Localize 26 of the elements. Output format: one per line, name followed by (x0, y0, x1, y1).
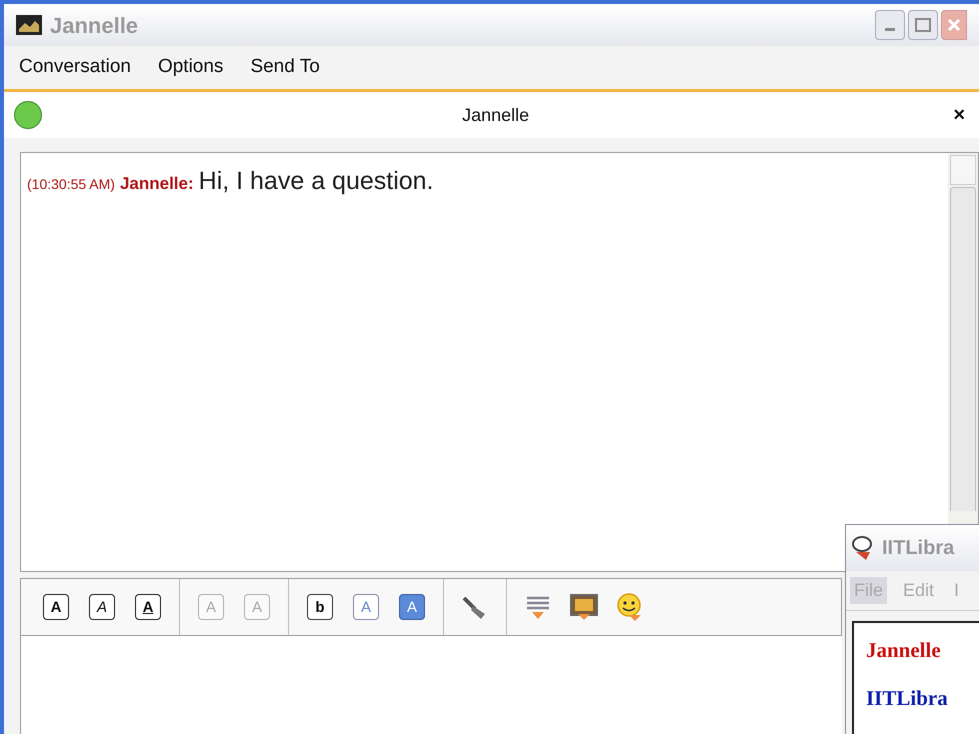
format-button[interactable]: A (89, 594, 115, 620)
menu-item[interactable]: Conversation (19, 53, 131, 82)
contact-name: Jannelle (461, 104, 530, 126)
format-button[interactable]: A (43, 594, 69, 620)
maximize-button[interactable] (908, 10, 938, 40)
close-icon (947, 18, 961, 32)
app-icon (16, 15, 42, 35)
format-button[interactable]: A (135, 594, 161, 620)
image-icon (569, 593, 599, 621)
message-time: (10:30:55 AM) (27, 175, 115, 194)
scrollbar[interactable] (948, 153, 978, 513)
menu-item[interactable]: Send To (250, 53, 320, 82)
maximize-icon (915, 18, 931, 32)
close-button[interactable] (941, 10, 967, 40)
message-sender: Jannelle: (120, 173, 194, 195)
chat-line: Jannelle (866, 637, 942, 664)
format-button[interactable]: b (307, 594, 333, 620)
minimize-button[interactable] (875, 10, 905, 40)
menu-item[interactable]: Options (158, 53, 224, 82)
close-tab-button[interactable]: × (949, 100, 969, 130)
window-title: IITLibra (882, 536, 954, 561)
message-text: Hi, I have a question. (198, 166, 434, 197)
minimize-icon (885, 28, 895, 31)
message-input[interactable] (20, 636, 842, 734)
chat-line: IITLibra (866, 684, 949, 712)
window-title: Jannelle (50, 12, 140, 40)
